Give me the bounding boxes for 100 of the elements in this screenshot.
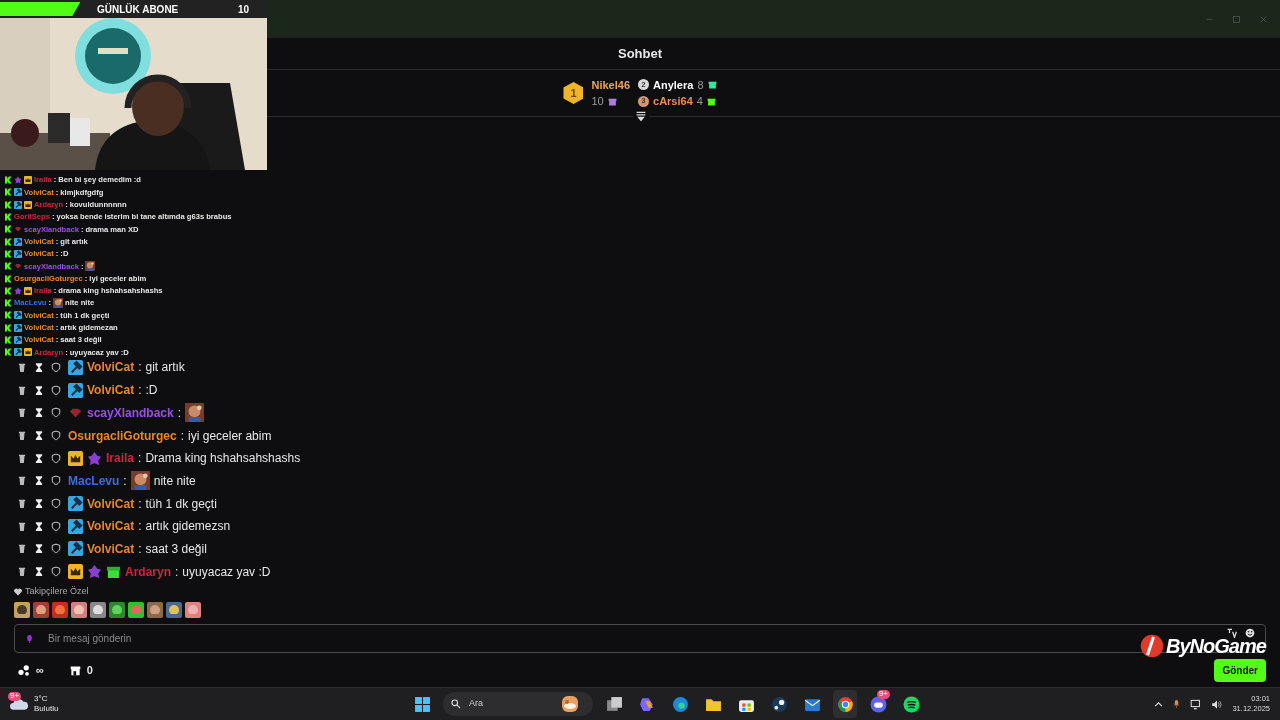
username: Anylera (653, 77, 694, 93)
chevron-up-icon[interactable] (1154, 699, 1164, 709)
count: 4 (696, 94, 703, 109)
hammer-icon (68, 518, 83, 534)
crown-icon (24, 176, 32, 185)
message-text: Drama king hshahsahshashs (145, 450, 301, 468)
timeout-icon[interactable] (34, 361, 44, 373)
separator: : (175, 563, 179, 581)
shield-icon[interactable] (51, 361, 61, 373)
emote-button[interactable] (166, 602, 182, 618)
delete-icon[interactable] (17, 361, 27, 373)
delete-icon[interactable] (17, 475, 27, 487)
store-icon[interactable] (69, 664, 81, 676)
username[interactable]: Ardaryn (125, 562, 171, 581)
hammer-icon (14, 311, 22, 320)
separator: : (138, 540, 142, 558)
emote-button[interactable] (14, 602, 30, 618)
username[interactable]: VolviCat (87, 381, 135, 400)
logo-icon (1140, 634, 1164, 658)
separator: : (138, 518, 142, 536)
timeout-icon[interactable] (34, 520, 44, 532)
crown-icon (24, 200, 32, 209)
count: 10 (591, 94, 604, 109)
username[interactable]: Iraila (106, 449, 135, 468)
delete-icon[interactable] (17, 384, 27, 396)
sparkle-icon (638, 695, 656, 713)
separator: : (138, 382, 142, 400)
shield-icon[interactable] (51, 543, 61, 555)
delete-icon[interactable] (17, 543, 27, 555)
logo-icon (4, 323, 12, 332)
username[interactable]: OsurgacliGoturgec (68, 426, 177, 445)
hammer-icon (68, 382, 83, 398)
logo-icon (4, 200, 12, 209)
message-text: :D (145, 382, 158, 400)
notification-badge: 9+ (876, 690, 890, 699)
emote-button[interactable] (109, 602, 125, 618)
timeout-icon[interactable] (34, 452, 44, 464)
message-text: iyi geceler abim (188, 427, 272, 445)
network-icon[interactable] (1190, 698, 1203, 710)
username: cArsi64 (653, 94, 693, 109)
hammer-icon (14, 249, 22, 258)
shield-icon[interactable] (51, 430, 61, 442)
hammer-icon (14, 323, 22, 332)
username[interactable]: scayXlandback (87, 403, 174, 422)
logo-icon (4, 176, 12, 185)
username[interactable]: VolviCat (87, 539, 135, 558)
delete-icon[interactable] (17, 520, 27, 532)
delete-icon[interactable] (17, 430, 27, 442)
store-count: 0 (86, 662, 93, 678)
delete-icon[interactable] (17, 452, 27, 464)
timeout-icon[interactable] (34, 566, 44, 578)
timeout-icon[interactable] (34, 543, 44, 555)
task-view-icon (605, 695, 623, 713)
notification-badge: 9+ (8, 692, 22, 701)
hammer-icon (68, 496, 83, 512)
timeout-icon[interactable] (34, 498, 44, 510)
timeout-icon[interactable] (34, 475, 44, 487)
microphone-icon[interactable] (1172, 698, 1182, 710)
shield-icon[interactable] (51, 520, 61, 532)
delete-icon[interactable] (17, 566, 27, 578)
speaker-icon[interactable] (1211, 698, 1224, 710)
count: 8 (697, 77, 704, 93)
timeout-icon[interactable] (34, 430, 44, 442)
username: Nikel46 (591, 77, 630, 93)
shield-icon[interactable] (51, 407, 61, 419)
shield-icon[interactable] (51, 452, 61, 464)
shield-icon[interactable] (51, 475, 61, 487)
hammer-icon (14, 348, 22, 357)
timeout-icon[interactable] (34, 407, 44, 419)
delete-icon[interactable] (17, 498, 27, 510)
crown-icon (68, 564, 83, 580)
collapse-icon[interactable] (635, 111, 647, 121)
points-count: ∞ (36, 662, 44, 678)
shield-icon[interactable] (51, 384, 61, 396)
taskbar-app[interactable] (833, 690, 857, 718)
shield-icon[interactable] (51, 498, 61, 510)
translate-icon[interactable] (1227, 627, 1237, 638)
username[interactable]: VolviCat (87, 517, 135, 536)
shield-icon[interactable] (51, 566, 61, 578)
weather-condition: Bulutlu (34, 704, 59, 715)
username[interactable]: MacLevu (68, 471, 120, 490)
emoji-icon[interactable] (1245, 627, 1255, 638)
logo-icon (4, 188, 12, 197)
emote-button[interactable] (33, 602, 49, 618)
username[interactable]: VolviCat (87, 494, 135, 513)
emote-button[interactable] (147, 602, 163, 618)
taskbar-app[interactable]: 9+ (866, 690, 890, 718)
chat-bubble-icon (869, 695, 887, 713)
message-text: tüh 1 dk geçti (145, 495, 217, 513)
delete-icon[interactable] (17, 407, 27, 419)
search-icon (451, 699, 461, 709)
logo-icon (4, 299, 12, 308)
username[interactable]: VolviCat (87, 358, 135, 377)
hammer-icon (14, 188, 22, 197)
search-placeholder: Ara (469, 697, 484, 711)
send-button[interactable]: Gönder (1214, 658, 1266, 682)
timeout-icon[interactable] (34, 384, 44, 396)
search-field[interactable]: Ara (443, 692, 593, 716)
emote-button[interactable] (90, 602, 106, 618)
gift-icon (106, 564, 121, 580)
